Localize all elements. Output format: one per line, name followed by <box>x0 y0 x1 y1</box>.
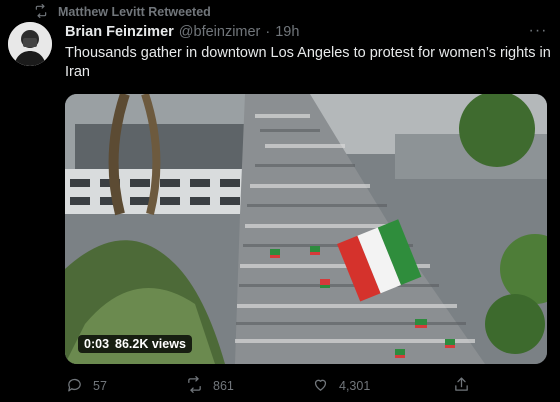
video-views: 86.2K views <box>115 337 186 351</box>
heart-icon <box>312 376 329 396</box>
video-stats-badge: 0:03 86.2K views <box>78 335 192 353</box>
retweet-button[interactable]: 861 <box>186 376 234 396</box>
like-button[interactable]: 4,301 <box>312 376 370 396</box>
tweet-actions: 57 861 4,301 <box>60 376 540 398</box>
video-player[interactable] <box>65 94 547 364</box>
like-count: 4,301 <box>339 379 371 393</box>
retweet-action-icon <box>186 376 203 396</box>
timestamp[interactable]: 19h <box>275 24 299 40</box>
more-options-icon[interactable]: ··· <box>528 22 548 39</box>
retweet-context[interactable]: Matthew Levitt Retweeted <box>34 3 211 21</box>
share-icon <box>453 376 470 396</box>
video-thumbnail <box>65 94 547 364</box>
author-handle[interactable]: @bfeinzimer <box>179 24 261 40</box>
author-name[interactable]: Brian Feinzimer <box>65 24 174 40</box>
reply-count: 57 <box>93 379 107 393</box>
avatar[interactable] <box>8 22 52 66</box>
share-button[interactable] <box>453 376 470 396</box>
video-duration: 0:03 <box>84 337 110 351</box>
separator: · <box>265 24 271 40</box>
retweet-count: 861 <box>213 379 234 393</box>
tweet-text: Thousands gather in downtown Los Angeles… <box>65 45 551 80</box>
reply-icon <box>66 376 83 396</box>
tweet-header: Brian Feinzimer @bfeinzimer · 19h <box>65 24 505 40</box>
retweeted-by-label: Matthew Levitt Retweeted <box>58 5 211 19</box>
reply-button[interactable]: 57 <box>66 376 107 396</box>
retweet-icon <box>34 3 48 21</box>
